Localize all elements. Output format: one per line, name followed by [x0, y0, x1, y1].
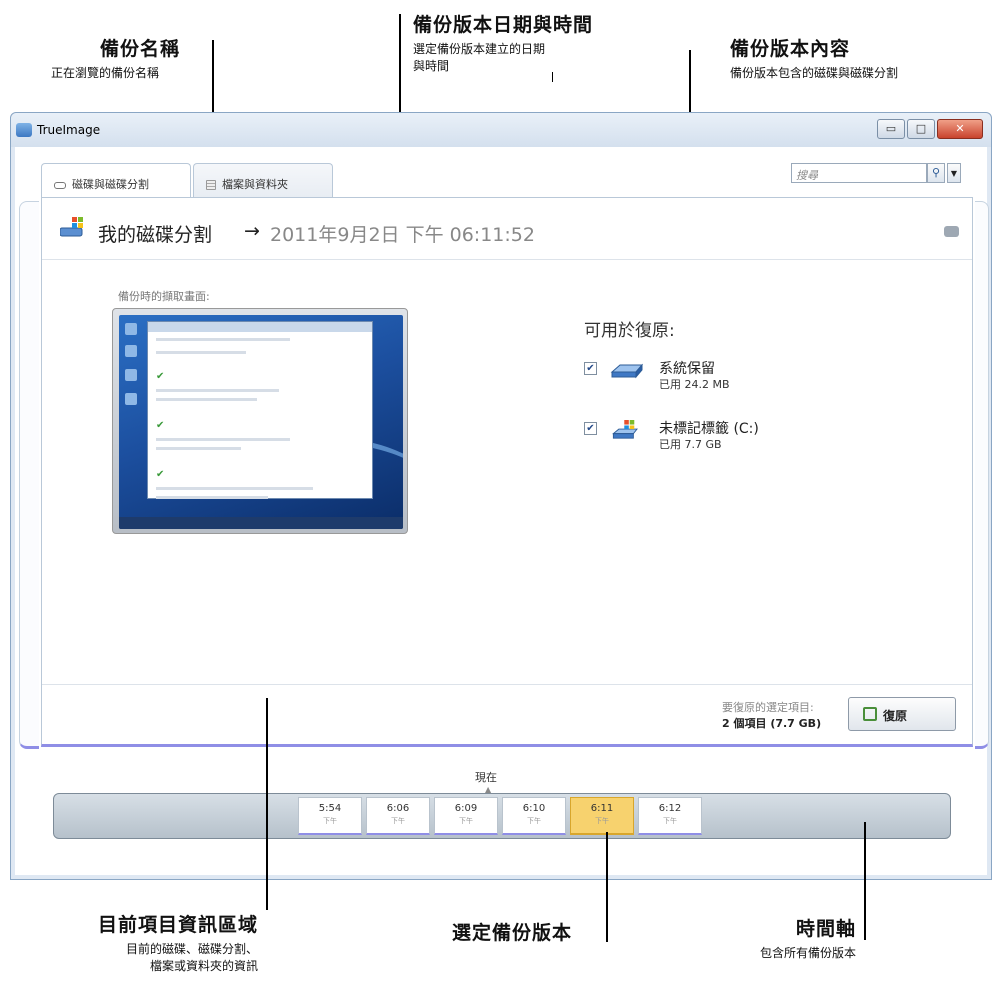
trueimage-window: TrueImage ▭ □ ✕ 磁碟與磁碟分割 檔案與資料夾 搜尋 ⚲ ▼ 我的…	[10, 112, 992, 880]
version-time: 6:06	[386, 803, 410, 814]
desktop-screenshot: ✔ ✔ ✔	[119, 315, 403, 529]
now-label: 現在	[475, 771, 497, 784]
volume-name: 未標記標籤 (C:)	[659, 421, 759, 437]
right-panel-edge	[975, 201, 989, 749]
callout-title: 時間軸	[795, 918, 856, 940]
search-input[interactable]: 搜尋	[791, 163, 927, 183]
callout-title: 備份版本內容	[730, 38, 851, 60]
search-options-button[interactable]: ▼	[947, 163, 961, 183]
volume-checkbox[interactable]: ✔	[584, 362, 597, 375]
timeline-version[interactable]: 6:09 下午	[434, 797, 498, 835]
callout-desc: 目前的磁碟、磁碟分割、	[125, 942, 258, 956]
minimize-button[interactable]: ▭	[877, 119, 905, 139]
version-time: 6:12	[658, 803, 682, 814]
volume-name: 系統保留	[659, 361, 715, 377]
snapshot-frame: ✔ ✔ ✔	[112, 308, 408, 534]
disk-icon	[54, 181, 66, 189]
callout-desc: 檔案或資料夾的資訊	[149, 959, 258, 973]
tab-label: 磁碟與磁碟分割	[72, 178, 149, 191]
callout-desc: 與時間	[413, 59, 450, 73]
app-icon	[16, 123, 32, 137]
timeline-area: 現在 ▲ 5:54 下午 6:06 下午 6:09 下午 6:10 下午 6:1…	[15, 759, 987, 875]
search-icon: ⚲	[931, 166, 941, 179]
available-for-recovery-heading: 可用於復原:	[584, 321, 675, 341]
callout-title: 目前項目資訊區域	[97, 914, 258, 936]
backup-content-panel: 我的磁碟分割 → 2011年9月2日 下午 06:11:52 備份時的擷取畫面:	[41, 197, 973, 747]
close-icon: ✕	[955, 122, 965, 135]
version-time: 5:54	[318, 803, 342, 814]
current-item-info-area: 要復原的選定項目: 2 個項目 (7.7 GB) 復原	[42, 684, 972, 744]
version-period: 下午	[595, 817, 609, 825]
version-period: 下午	[323, 817, 337, 825]
timeline-bar[interactable]: 5:54 下午 6:06 下午 6:09 下午 6:10 下午 6:11 下午 …	[53, 793, 951, 839]
callout-line	[552, 72, 553, 82]
volume-checkbox[interactable]: ✔	[584, 422, 597, 435]
disk-drive-icon	[610, 363, 644, 379]
files-icon	[206, 180, 216, 190]
callout-line	[864, 822, 866, 940]
version-period: 下午	[391, 817, 405, 825]
windows-drive-icon	[612, 420, 638, 439]
tab-disks-partitions[interactable]: 磁碟與磁碟分割	[41, 163, 191, 197]
timeline-version[interactable]: 6:10 下午	[502, 797, 566, 835]
tab-files-folders[interactable]: 檔案與資料夾	[193, 163, 333, 197]
version-period: 下午	[527, 817, 541, 825]
callout-title: 備份名稱	[100, 38, 181, 60]
maximize-icon: □	[915, 122, 927, 135]
maximize-button[interactable]: □	[907, 119, 935, 139]
comment-icon[interactable]	[944, 226, 959, 237]
callout-title: 選定備份版本	[452, 922, 573, 944]
callout-version-datetime: 備份版本日期與時間 選定備份版本建立的日期 與時間	[413, 10, 593, 75]
version-time: 6:11	[590, 803, 614, 814]
restore-icon	[863, 707, 877, 721]
timeline-version[interactable]: 6:12 下午	[638, 797, 702, 835]
callout-desc: 包含所有備份版本	[759, 946, 856, 960]
window-title: TrueImage	[37, 123, 101, 137]
timeline-version[interactable]: 5:54 下午	[298, 797, 362, 835]
callout-line	[266, 698, 268, 910]
volume-used: 已用 7.7 GB	[659, 438, 722, 451]
version-time: 6:10	[522, 803, 546, 814]
timeline-version-selected[interactable]: 6:11 下午	[570, 797, 634, 835]
arrow-icon: →	[244, 220, 260, 242]
tab-label: 檔案與資料夾	[222, 178, 288, 191]
minimize-icon: ▭	[885, 122, 897, 135]
callout-desc: 正在瀏覽的備份名稱	[51, 66, 160, 80]
backup-name: 我的磁碟分割	[98, 224, 213, 246]
backup-header: 我的磁碟分割 → 2011年9月2日 下午 06:11:52	[42, 198, 972, 260]
version-period: 下午	[663, 817, 677, 825]
windows-partition-icon	[60, 217, 83, 237]
search-button[interactable]: ⚲	[927, 163, 945, 183]
selected-items-count: 2 個項目 (7.7 GB)	[722, 717, 822, 730]
callout-line	[606, 832, 608, 942]
restore-button[interactable]: 復原	[848, 697, 956, 731]
timeline-version[interactable]: 6:06 下午	[366, 797, 430, 835]
client-area: 磁碟與磁碟分割 檔案與資料夾 搜尋 ⚲ ▼ 我的磁碟分割 → 2011年9月2日…	[15, 147, 989, 875]
snapshot-label: 備份時的擷取畫面:	[118, 290, 210, 303]
volume-used: 已用 24.2 MB	[659, 378, 730, 391]
callout-backup-name: 備份名稱 正在瀏覽的備份名稱	[51, 34, 181, 82]
annotated-screenshot: 備份名稱 正在瀏覽的備份名稱 備份版本日期與時間 選定備份版本建立的日期 與時間…	[0, 0, 992, 982]
chevron-down-icon: ▼	[950, 169, 958, 178]
version-time: 6:09	[454, 803, 478, 814]
callout-desc: 備份版本包含的磁碟與磁碟分割	[730, 66, 899, 80]
callout-desc: 選定備份版本建立的日期	[413, 42, 546, 56]
restore-label: 復原	[883, 709, 908, 723]
selected-items-label: 要復原的選定項目:	[722, 701, 814, 714]
callout-version-content: 備份版本內容 備份版本包含的磁碟與磁碟分割	[730, 34, 898, 82]
close-button[interactable]: ✕	[937, 119, 983, 139]
title-bar[interactable]: TrueImage ▭ □ ✕	[11, 113, 991, 147]
version-date-time: 2011年9月2日 下午 06:11:52	[270, 224, 535, 246]
callout-title: 備份版本日期與時間	[413, 14, 594, 36]
version-period: 下午	[459, 817, 473, 825]
callout-selected-version: 選定備份版本	[452, 918, 572, 945]
left-panel-edge	[19, 201, 39, 749]
callout-timeline: 時間軸 包含所有備份版本	[700, 914, 856, 962]
callout-current-item-area: 目前項目資訊區域 目前的磁碟、磁碟分割、 檔案或資料夾的資訊	[62, 910, 258, 975]
